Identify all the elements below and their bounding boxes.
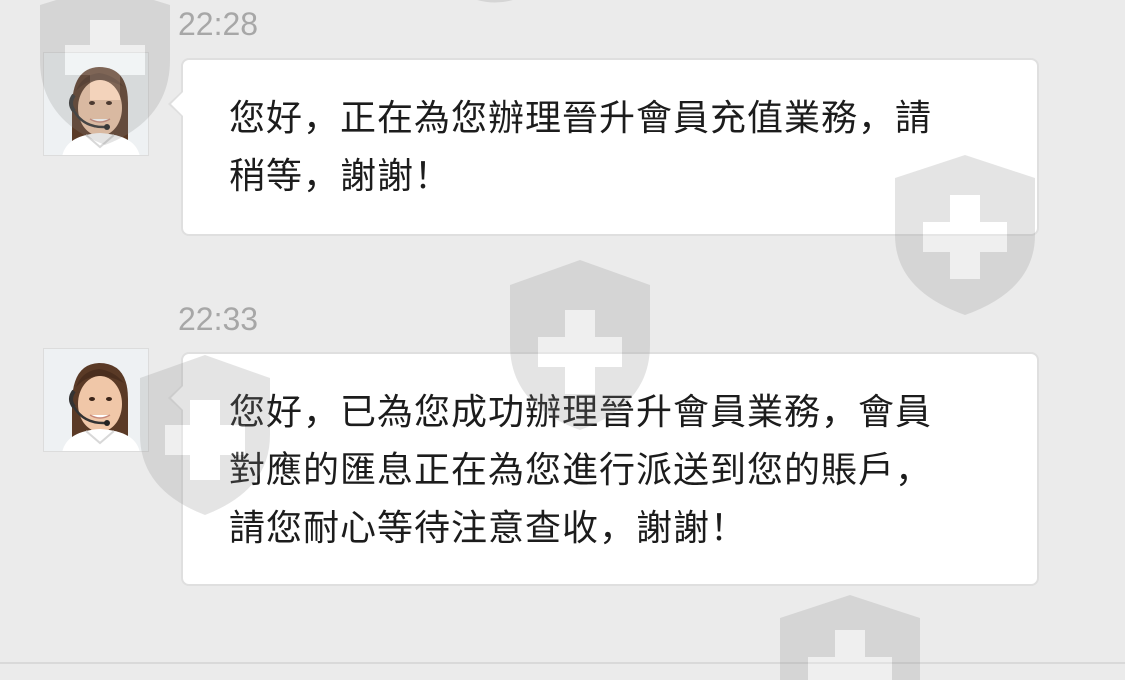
agent-headset-avatar-icon: [44, 53, 148, 155]
bottom-divider: [0, 662, 1125, 664]
message-bubble: 您好，已為您成功辦理晉升會員業務，會員 對應的匯息正在為您進行派送到您的賬戶， …: [168, 352, 1039, 586]
message-text-line: 您好，正在為您辦理晉升會員充值業務，請: [229, 98, 933, 139]
message-text-line: 對應的匯息正在為您進行派送到您的賬戶，: [229, 450, 933, 491]
message-timestamp: 22:28: [178, 6, 259, 42]
message-text-line: 您好，已為您成功辦理晉升會員業務，會員: [229, 392, 933, 433]
message-bubble: 您好，正在為您辦理晉升會員充值業務，請 稍等，謝謝！: [168, 58, 1039, 236]
agent-avatar: [43, 348, 149, 452]
agent-avatar: [43, 52, 149, 156]
agent-headset-avatar-icon: [44, 349, 148, 451]
shield-cross-watermark-icon: [477, 0, 513, 3]
message-timestamp: 22:33: [178, 301, 259, 337]
shield-cross-watermark-icon: [780, 595, 920, 680]
message-text-line: 稍等，謝謝！: [229, 156, 452, 197]
message-text-line: 請您耐心等待注意查收，謝謝！: [229, 508, 748, 549]
